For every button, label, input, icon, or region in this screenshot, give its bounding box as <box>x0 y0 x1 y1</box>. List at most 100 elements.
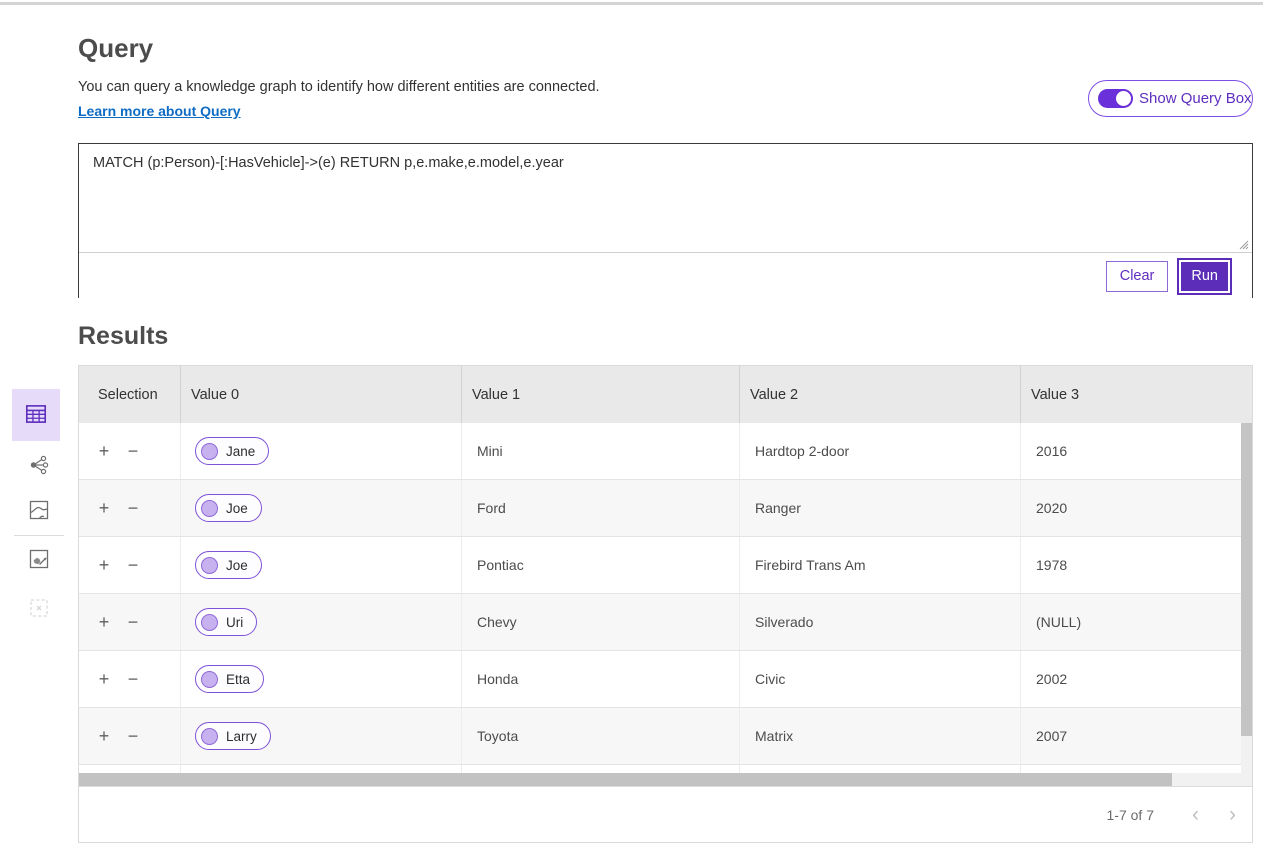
cell-value-2: Civic <box>739 651 1020 707</box>
entity-cell: Jane <box>180 423 461 479</box>
column-header-value1: Value 1 <box>461 366 739 423</box>
results-panel: Selection Value 0 Value 1 Value 2 Value … <box>78 365 1253 843</box>
pagination-prev-icon[interactable]: ‹ <box>1192 804 1199 825</box>
add-to-selection-button[interactable]: + <box>97 442 111 460</box>
query-box: MATCH (p:Person)-[:HasVehicle]->(e) RETU… <box>78 143 1253 298</box>
cell-value-1 <box>461 765 739 773</box>
entity-label: Etta <box>226 672 250 687</box>
remove-from-selection-button[interactable]: − <box>126 556 140 574</box>
results-title: Results <box>78 322 168 351</box>
remove-from-selection-button[interactable]: − <box>126 727 140 745</box>
link-chart-icon <box>27 453 51 480</box>
selection-cell: + − <box>79 423 180 479</box>
toggle-knob <box>1116 91 1131 106</box>
remove-from-selection-button[interactable]: − <box>126 670 140 688</box>
learn-more-link[interactable]: Learn more about Query <box>78 103 241 119</box>
table-row: + − Uri Chevy Silverado (NULL) <box>79 594 1252 651</box>
cell-value-1: Pontiac <box>461 537 739 593</box>
cell-value-3: (NULL) <box>1020 594 1252 650</box>
add-to-selection-button[interactable]: + <box>97 556 111 574</box>
table-row: + − Joe Ford Ranger 2020 <box>79 480 1252 537</box>
column-header-value0: Value 0 <box>180 366 461 423</box>
run-button[interactable]: Run <box>1177 258 1232 295</box>
cell-value-1: Chevy <box>461 594 739 650</box>
add-to-selection-button[interactable]: + <box>97 499 111 517</box>
cell-value-1: Mini <box>461 423 739 479</box>
cell-value-3 <box>1020 765 1252 773</box>
cell-value-2: Silverado <box>739 594 1020 650</box>
show-query-box-toggle[interactable]: Show Query Box <box>1088 80 1253 117</box>
vertical-scrollbar-thumb[interactable] <box>1241 423 1252 736</box>
cell-value-2: Firebird Trans Am <box>739 537 1020 593</box>
results-footer: 1-7 of 7 ‹ › <box>79 786 1252 842</box>
selection-cell: + − <box>79 708 180 764</box>
entity-cell: Uri <box>180 594 461 650</box>
selection-cell: + − <box>79 765 180 773</box>
entity-pill[interactable]: Joe <box>195 494 262 522</box>
add-to-selection-button[interactable]: + <box>97 727 111 745</box>
selection-cell: + − <box>79 594 180 650</box>
cell-value-1: Toyota <box>461 708 739 764</box>
page-description: You can query a knowledge graph to ident… <box>78 79 600 95</box>
cell-value-3: 2002 <box>1020 651 1252 707</box>
entity-icon <box>201 500 218 517</box>
marquee-select-icon <box>27 596 51 623</box>
toggle-switch-icon[interactable] <box>1098 89 1133 108</box>
query-input[interactable]: MATCH (p:Person)-[:HasVehicle]->(e) RETU… <box>79 144 1252 253</box>
remove-from-selection-button[interactable]: − <box>126 499 140 517</box>
entity-pill[interactable]: Jane <box>195 437 269 465</box>
entity-icon <box>201 614 218 631</box>
pagination-count: 1-7 of 7 <box>1107 807 1154 823</box>
horizontal-scrollbar-thumb[interactable] <box>79 773 1172 786</box>
sidebar-item-link-chart-view[interactable] <box>26 453 52 479</box>
cell-value-2: Matrix <box>739 708 1020 764</box>
entity-pill[interactable]: Joe <box>195 551 262 579</box>
cell-value-3: 1978 <box>1020 537 1252 593</box>
sidebar-item-new-map-view[interactable] <box>26 547 52 573</box>
entity-label: Jane <box>226 444 255 459</box>
entity-label: Joe <box>226 558 248 573</box>
page-title: Query <box>78 33 153 64</box>
entity-label: Joe <box>226 501 248 516</box>
query-box-footer: Clear Run <box>79 254 1252 298</box>
add-to-selection-button[interactable]: + <box>97 613 111 631</box>
entity-pill[interactable]: Etta <box>195 665 264 693</box>
query-page: Query You can query a knowledge graph to… <box>0 0 1263 847</box>
table-body: + − Jane Mini Hardtop 2-door 2016 + − Jo… <box>79 423 1252 773</box>
table-row: + − Larry Toyota Matrix 2007 <box>79 708 1252 765</box>
map-icon <box>27 498 51 525</box>
table-icon <box>23 401 49 430</box>
vertical-scrollbar[interactable] <box>1241 423 1252 773</box>
column-header-value3: Value 3 <box>1020 366 1252 423</box>
sidebar-item-table-view[interactable] <box>12 389 60 441</box>
clear-button[interactable]: Clear <box>1106 261 1169 292</box>
selection-cell: + − <box>79 651 180 707</box>
cell-value-2 <box>739 765 1020 773</box>
top-divider <box>0 2 1263 5</box>
resize-handle-icon[interactable] <box>1237 237 1249 255</box>
toggle-label: Show Query Box <box>1139 90 1252 107</box>
cell-value-1: Ford <box>461 480 739 536</box>
column-header-value2: Value 2 <box>739 366 1020 423</box>
pagination-next-icon[interactable]: › <box>1229 804 1236 825</box>
remove-from-selection-button[interactable]: − <box>126 613 140 631</box>
table-row: + − Joe Pontiac Firebird Trans Am 1978 <box>79 537 1252 594</box>
selection-cell: + − <box>79 537 180 593</box>
add-to-selection-button[interactable]: + <box>97 670 111 688</box>
entity-cell: Joe <box>180 537 461 593</box>
table-row-partial: + − <box>79 765 1252 773</box>
entity-cell: Larry <box>180 708 461 764</box>
remove-from-selection-button[interactable]: − <box>126 442 140 460</box>
entity-icon <box>201 557 218 574</box>
entity-pill[interactable]: Larry <box>195 722 271 750</box>
cell-value-3: 2020 <box>1020 480 1252 536</box>
selection-cell: + − <box>79 480 180 536</box>
cell-value-2: Ranger <box>739 480 1020 536</box>
entity-cell <box>180 765 461 773</box>
horizontal-scrollbar[interactable] <box>79 773 1252 786</box>
sidebar-item-map-view[interactable] <box>26 498 52 524</box>
sidebar-divider <box>14 535 64 536</box>
sidebar-item-select-tool <box>26 596 52 622</box>
entity-pill[interactable]: Uri <box>195 608 257 636</box>
entity-cell: Joe <box>180 480 461 536</box>
